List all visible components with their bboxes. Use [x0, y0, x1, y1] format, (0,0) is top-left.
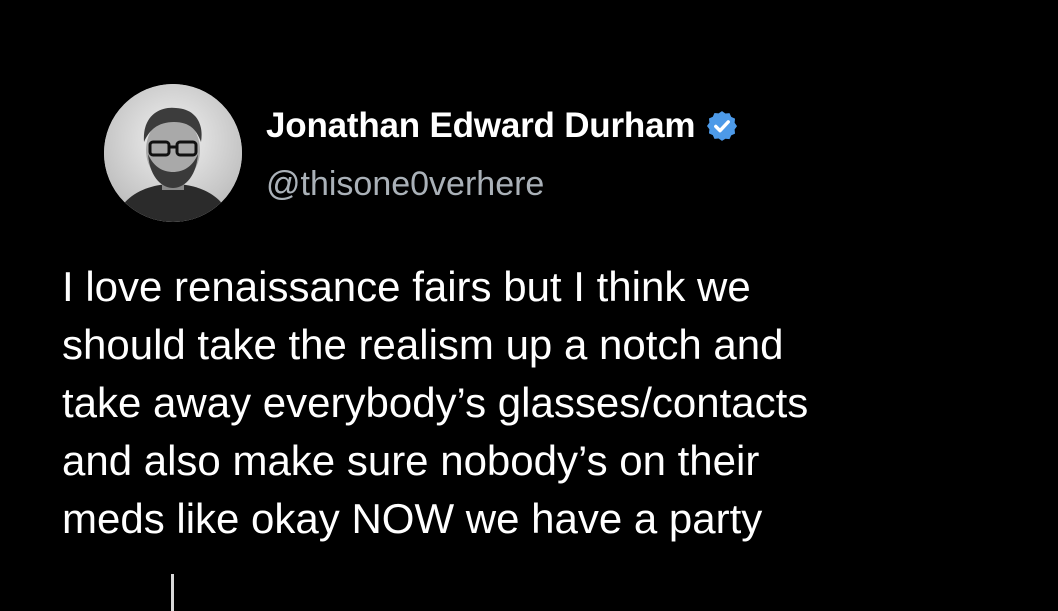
tweet-text-line: I love renaissance fairs but I think we — [62, 263, 751, 310]
thread-connector-line — [171, 574, 174, 611]
tweet-text-line: and also make sure nobody’s on their — [62, 437, 760, 484]
tweet-card: Jonathan Edward Durham @thisone0verhere … — [0, 0, 1058, 611]
tweet-text: I love renaissance fairs but I think we … — [62, 258, 1022, 548]
person-avatar-icon — [104, 84, 242, 222]
author-display-name[interactable]: Jonathan Edward Durham — [266, 106, 695, 146]
tweet-text-line: should take the realism up a notch and — [62, 321, 784, 368]
author-name-row: Jonathan Edward Durham — [266, 104, 739, 148]
tweet-text-line: take away everybody’s glasses/contacts — [62, 379, 809, 426]
author-handle[interactable]: @thisone0verhere — [266, 165, 544, 204]
author-avatar[interactable] — [104, 84, 242, 222]
tweet-text-line: meds like okay NOW we have a party — [62, 495, 763, 542]
verified-badge-icon — [705, 109, 739, 143]
